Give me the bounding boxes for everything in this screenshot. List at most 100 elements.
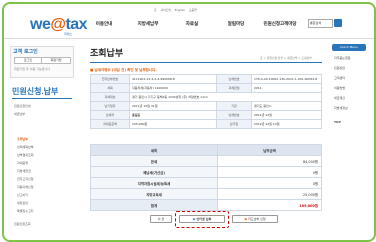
info-label: 납기일자 bbox=[90, 101, 130, 111]
amount-label: 체납세(가산금) bbox=[90, 166, 218, 178]
info-table: 전자납부번호 4111901-13-4-2-4-990068-8 납세번호 13… bbox=[90, 74, 322, 129]
info-label: 납세자 bbox=[90, 110, 130, 120]
info-value: 2012년 12월 10일 bbox=[251, 119, 322, 129]
nav-resources[interactable]: 자료실 bbox=[170, 21, 214, 27]
table-row: 합계 109,000원 bbox=[90, 199, 322, 211]
sidebar-item-guide[interactable]: 민원신청안내 bbox=[14, 104, 31, 108]
info-value: 105,000원 bbox=[129, 119, 217, 129]
sidebar-item-tax-pay[interactable]: 세금납부 bbox=[14, 112, 25, 116]
table-row: 납기일자 2011년 12월 31일 기관 경기도 용인시 bbox=[90, 101, 322, 111]
page-frame: 홈 사이트맵 English 도움말 we@tax 위택스 이용안내 지방세납부… bbox=[2, 2, 376, 242]
sidebar-item-lookup-pay[interactable]: 조회납부 bbox=[17, 137, 28, 141]
sidebar-item-civil-lookup[interactable]: 민원신청조회 bbox=[14, 222, 31, 226]
table-row: 전자납부번호 4111901-13-4-2-4-990068-8 납세번호 13… bbox=[90, 74, 322, 84]
nav-guide[interactable]: 이용안내 bbox=[82, 21, 126, 27]
top-menu-sitemap[interactable]: 사이트맵 bbox=[161, 8, 171, 12]
page-title: 조회납부 bbox=[90, 48, 124, 58]
sidebar-item-consult[interactable]: 세정상담 bbox=[17, 201, 28, 205]
join-button[interactable]: 회원가입 bbox=[41, 57, 71, 64]
card-pay-button[interactable]: ▣ 카드납부 신청 bbox=[232, 215, 278, 223]
top-menu: 홈 사이트맵 English 도움말 bbox=[154, 8, 197, 12]
table-row: 납세자 홍길동 납세번호 2011년 12월 bbox=[90, 110, 322, 120]
info-value: 2011 bbox=[251, 83, 322, 93]
quick-faq[interactable]: 자주묻는질문 bbox=[334, 56, 351, 60]
info-label: 납기일 bbox=[216, 119, 252, 129]
sidebar-item-report[interactable]: 신고하기 bbox=[17, 193, 28, 197]
logo-at: @ bbox=[50, 16, 66, 33]
total-label: 합계 bbox=[90, 199, 218, 211]
sidebar-item-select-pay[interactable]: 선택세목납부 bbox=[17, 145, 34, 149]
quick-calc[interactable]: 세금계산 bbox=[334, 96, 345, 100]
table-row: 지방교육세 25,000원 bbox=[90, 188, 322, 200]
sidebar-item-e-notice[interactable]: 전자고지신청 bbox=[17, 177, 34, 181]
quick-howto[interactable]: 이용방법 bbox=[334, 86, 345, 90]
internet-pay-button[interactable]: ▣ 인터넷 납부 bbox=[179, 215, 225, 223]
site-logo[interactable]: we@tax bbox=[30, 16, 88, 34]
amount-value: 0원 bbox=[217, 177, 322, 189]
login-note: 회원가입 후 이용 가능합니다 bbox=[14, 67, 50, 71]
search-input[interactable]: 통합검색 bbox=[308, 19, 333, 28]
info-value: 2011년 12월 bbox=[251, 110, 322, 120]
info-label: 전자납부번호 bbox=[90, 74, 130, 84]
info-label: 납세번호 bbox=[216, 74, 252, 84]
amount-value: 84,000원 bbox=[217, 155, 322, 167]
login-panel: 고객 로그인 로그인 회원가입 회원가입 후 이용 가능합니다 bbox=[10, 46, 74, 78]
table-header-row: 세목 납부금액 bbox=[90, 144, 322, 156]
table-row: 본세 84,000원 bbox=[90, 155, 322, 167]
table-row: 체납세(가산금) 0원 bbox=[90, 166, 322, 178]
info-value: 자동차세(자동차) 1100000 bbox=[129, 83, 217, 93]
internet-pay-label: 인터넷 납부 bbox=[196, 217, 212, 221]
table-row: 과세대상 경기 용인시 기흥구 동백2동 1234번지 (주) 차량번호 111… bbox=[90, 92, 322, 102]
logo-text-we: we bbox=[30, 16, 51, 33]
title-divider bbox=[90, 62, 322, 63]
amount-label: 지방교육세 bbox=[90, 188, 218, 200]
info-label: 기관 bbox=[216, 101, 252, 111]
info-value: 2011년 12월 31일 bbox=[129, 101, 217, 111]
login-button[interactable]: 로그인 bbox=[14, 57, 42, 64]
section-label: ■ 납세자정보 (미납 건) 확인 및 납부합니다. bbox=[90, 68, 157, 72]
search-icon[interactable] bbox=[334, 19, 342, 27]
total-value: 109,000원 bbox=[217, 199, 322, 211]
printer-icon: ▣ bbox=[192, 217, 196, 221]
amount-label: 본세 bbox=[90, 155, 218, 167]
sidebar-item-result[interactable]: 납부결과조회 bbox=[17, 153, 34, 157]
info-value: 4111901-13-4-2-4-990068-8 bbox=[129, 74, 217, 84]
nav-divider bbox=[4, 38, 374, 39]
info-value: 경기 용인시 기흥구 동백2동 1234번지 (주) 차량번호 1111 bbox=[129, 92, 322, 102]
prev-button[interactable]: 이 전 bbox=[150, 215, 172, 223]
amount-table: 세목 납부금액 본세 84,000원 체납세(가산금) 0원 지역자원시설세/농… bbox=[90, 144, 322, 211]
logo-subtitle: 위택스 bbox=[64, 32, 73, 36]
breadcrumb: 홈 > 민원신청.납부 > 세금납부 > 조회납부 bbox=[260, 56, 312, 60]
sidebar-divider bbox=[12, 98, 72, 99]
quick-top[interactable]: TOP bbox=[334, 120, 341, 124]
sidebar-item-special[interactable]: 특별징수고지 bbox=[17, 209, 34, 213]
top-menu-help[interactable]: 도움말 bbox=[189, 8, 197, 12]
info-label: 세목 bbox=[90, 83, 130, 93]
main-nav: 이용안내 지방세납부 자료실 알림마당 민원신청고객마당 bbox=[82, 21, 302, 27]
sidebar-title: 민원신청.납부 bbox=[12, 87, 59, 96]
quick-menu-header: Quick Menu bbox=[332, 44, 366, 51]
card-pay-label: 카드납부 신청 bbox=[248, 217, 266, 221]
info-value: 홍길동 bbox=[129, 110, 217, 120]
amount-value: 0원 bbox=[217, 166, 322, 178]
amount-value: 25,000원 bbox=[217, 188, 322, 200]
column-header: 납부금액 bbox=[217, 144, 322, 156]
quick-customer[interactable]: 고객센터 bbox=[334, 76, 345, 80]
nav-civil-service[interactable]: 민원신청고객마당 bbox=[258, 21, 302, 27]
top-menu-english[interactable]: English bbox=[175, 8, 185, 12]
quick-info[interactable]: 지방세정보 bbox=[334, 106, 348, 110]
nav-notices[interactable]: 알림마당 bbox=[214, 21, 258, 27]
info-label: 과세표준액 bbox=[90, 119, 130, 129]
sidebar-item-autopay[interactable]: 자동이체신청 bbox=[17, 185, 34, 189]
column-header: 세목 bbox=[90, 144, 218, 156]
login-title: 고객 로그인 bbox=[13, 49, 38, 55]
table-row: 세목 자동차세(자동차) 1100000 과세년월 2011 bbox=[90, 83, 322, 93]
info-label: 과세대상 bbox=[90, 92, 130, 102]
sidebar-item-refund[interactable]: 지방세환급 bbox=[17, 169, 31, 173]
card-icon: ▣ bbox=[244, 217, 248, 221]
info-label: 납세번호 bbox=[216, 110, 252, 120]
nav-tax-payment[interactable]: 지방세납부 bbox=[126, 21, 170, 27]
quick-consult[interactable]: 민원상담 bbox=[334, 66, 345, 70]
top-menu-home[interactable]: 홈 bbox=[154, 8, 157, 12]
sidebar-item-cert[interactable]: 과세증명 bbox=[17, 161, 28, 165]
